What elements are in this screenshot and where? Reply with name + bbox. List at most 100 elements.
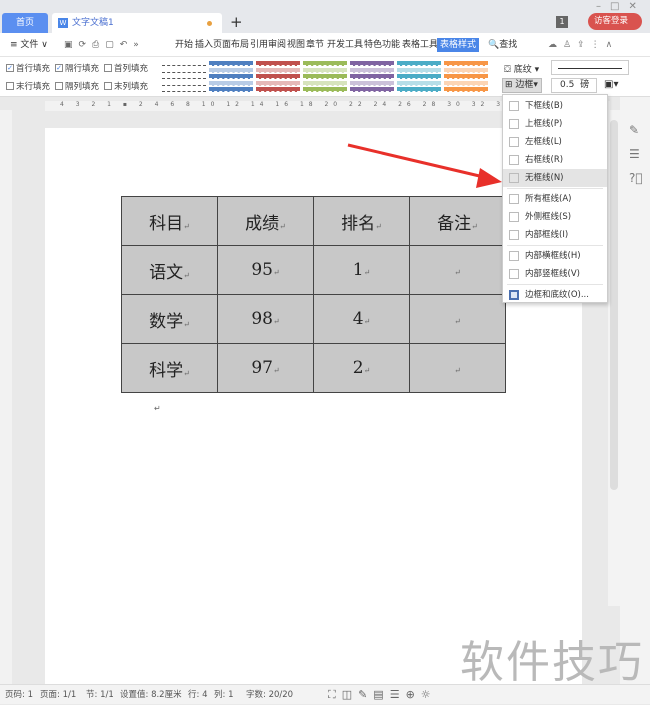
paragraph-mark: ↵ [154, 404, 161, 413]
border-menu-item[interactable]: 所有框线(A) [503, 190, 607, 208]
tab-document[interactable]: W 文字文稿1 [52, 13, 222, 33]
fill-option-checkbox[interactable]: 末行填充 [6, 80, 50, 92]
table-style-preset[interactable] [350, 61, 394, 93]
border-color-icon[interactable]: ▣▾ [604, 79, 618, 90]
fill-option-checkbox[interactable]: ✓ 隔行填充 [55, 62, 99, 74]
count-badge[interactable]: 1 [556, 16, 568, 28]
quick-tools-icon[interactable]: ▣⟳⎙▢↶» [64, 33, 145, 57]
table-style-preset[interactable] [209, 61, 253, 93]
new-tab-button[interactable]: + [230, 13, 243, 31]
border-menu-item[interactable]: 左框线(L) [503, 133, 607, 151]
score-table[interactable]: 科目↵ 成绩↵ 排名↵ 备注↵ 语文↵ 95↵ 1↵ ↵ 数学↵ 98↵ 4↵ ↵ 科学↵ 97↵ 2↵ ↵ [121, 196, 506, 393]
file-menu[interactable]: ≡ 文件 ∨ [10, 33, 48, 57]
table-cell[interactable]: 数学↵ [121, 294, 218, 344]
table-cell[interactable]: 备注↵ [409, 196, 506, 246]
shading-button[interactable]: ⛋ 底纹 ▾ [504, 62, 539, 75]
border-menu-item[interactable]: 右框线(R) [503, 151, 607, 169]
table-style-preset[interactable] [162, 61, 206, 93]
table-row: 数学↵ 98↵ 4↵ ↵ [121, 294, 506, 344]
scrollbar-thumb[interactable] [610, 120, 618, 490]
table-cell[interactable]: 科目↵ [121, 196, 218, 246]
table-cell[interactable]: 成绩↵ [217, 196, 314, 246]
menu-bar: ≡ 文件 ∨ ▣⟳⎙▢↶» 🔍查找 ☁♙⇪⋮∧ 开始 插入 页面布局 引用 审阅 视图 章节… [0, 33, 650, 57]
help-icon[interactable]: ?⃝ [629, 171, 643, 185]
search-button[interactable]: 🔍查找 [488, 33, 517, 57]
table-style-preset[interactable] [444, 61, 488, 93]
border-menu-label: 上框线(P) [525, 119, 563, 129]
fill-option-checkbox[interactable]: 隔列填充 [55, 80, 99, 92]
border-menu-item[interactable]: 内部竖框线(V) [503, 265, 607, 283]
border-menu-item[interactable]: 下框线(B) [503, 97, 607, 115]
status-page: 页码: 1 [5, 690, 33, 700]
vertical-ruler[interactable] [0, 110, 12, 684]
watermark: 软件技巧 [460, 637, 644, 688]
table-style-preset[interactable] [397, 61, 441, 93]
menu-tab-10[interactable]: 表格样式 [437, 38, 480, 52]
line-width-select[interactable]: 0.5 磅 [551, 78, 597, 93]
table-cell[interactable]: 1↵ [313, 245, 410, 295]
arrow-head [476, 168, 502, 188]
table-cell[interactable]: 4↵ [313, 294, 410, 344]
pen-icon[interactable]: ✎ [629, 123, 639, 137]
menu-tab-0[interactable]: 开始 [175, 33, 193, 57]
border-option-icon [509, 119, 519, 129]
cell-text: 97 [251, 358, 273, 378]
cell-text: 排名 [341, 213, 376, 234]
menu-tab-1[interactable]: 插入 [195, 33, 213, 57]
border-menu-label: 内部框线(I) [525, 230, 569, 240]
checkbox-box: ✓ [6, 64, 14, 72]
table-cell[interactable]: 2↵ [313, 343, 410, 393]
table-cell[interactable]: 97↵ [217, 343, 314, 393]
border-menu-label: 内部竖框线(V) [525, 269, 580, 279]
border-menu-item[interactable]: 内部框线(I) [503, 226, 607, 244]
table-cell[interactable]: ↵ [409, 245, 506, 295]
menu-tab-2[interactable]: 页面布局 [213, 33, 249, 57]
table-cell[interactable]: ↵ [409, 294, 506, 344]
menu-tab-6[interactable]: 章节 [306, 33, 324, 57]
menu-tab-5[interactable]: 视图 [287, 33, 305, 57]
right-sidebar: ✎ ☰ ?⃝ [620, 97, 650, 684]
fill-option-checkbox[interactable]: ✓ 首行填充 [6, 62, 50, 74]
menu-tab-9[interactable]: 表格工具 [402, 33, 438, 57]
table-cell[interactable]: 语文↵ [121, 245, 218, 295]
border-menu-item[interactable]: 内部横框线(H) [503, 247, 607, 265]
table-cell[interactable]: 排名↵ [313, 196, 410, 246]
right-tools-icon[interactable]: ☁♙⇪⋮∧ [548, 33, 618, 57]
login-button[interactable]: 访客登录 [588, 13, 642, 30]
border-menu-item[interactable]: 外侧框线(S) [503, 208, 607, 226]
menu-separator [507, 284, 603, 285]
fill-option-checkbox[interactable]: 末列填充 [104, 80, 148, 92]
border-menu-item[interactable]: 无框线(N) [503, 169, 607, 187]
table-style-preset[interactable] [303, 61, 347, 93]
border-menu-item[interactable]: 上框线(P) [503, 115, 607, 133]
checkbox-label: 隔行填充 [65, 64, 100, 74]
menu-tab-7[interactable]: 开发工具 [327, 33, 363, 57]
table-cell[interactable]: 98↵ [217, 294, 314, 344]
writer-icon: W [58, 18, 68, 28]
border-option-icon [509, 290, 519, 300]
menu-tab-8[interactable]: 特色功能 [364, 33, 400, 57]
view-mode-icons[interactable]: ⛶◫✎▤☰⊕☼ [328, 685, 437, 705]
cell-text: 科目 [149, 213, 184, 234]
menu-tab-4[interactable]: 审阅 [268, 33, 286, 57]
menu-tab-3[interactable]: 引用 [250, 33, 268, 57]
window-controls[interactable]: –□✕ [596, 1, 646, 12]
line-style-select[interactable] [551, 60, 629, 75]
cell-text: 成绩 [245, 213, 280, 234]
tab-home[interactable]: 首页 [2, 13, 48, 33]
border-button[interactable]: ⊞ 边框▾ [502, 78, 542, 93]
settings-sliders-icon[interactable]: ☰ [629, 147, 640, 161]
paragraph-mark: ↵ [454, 317, 461, 326]
border-menu-label: 下框线(B) [525, 101, 563, 111]
table-cell[interactable]: 95↵ [217, 245, 314, 295]
table-style-preset[interactable] [256, 61, 300, 93]
table-cell[interactable]: ↵ [409, 343, 506, 393]
fill-option-checkbox[interactable]: 首列填充 [104, 62, 148, 74]
border-menu-item[interactable]: 边框和底纹(O)... [503, 286, 607, 304]
checkbox-label: 首列填充 [114, 64, 149, 74]
table-cell[interactable]: 科学↵ [121, 343, 218, 393]
border-option-icon [509, 101, 519, 111]
cell-text: 科学 [149, 360, 184, 381]
tab-bar: 首页 W 文字文稿1 + –□✕ 1 访客登录 [0, 0, 650, 33]
arrow-shaft [347, 143, 489, 180]
